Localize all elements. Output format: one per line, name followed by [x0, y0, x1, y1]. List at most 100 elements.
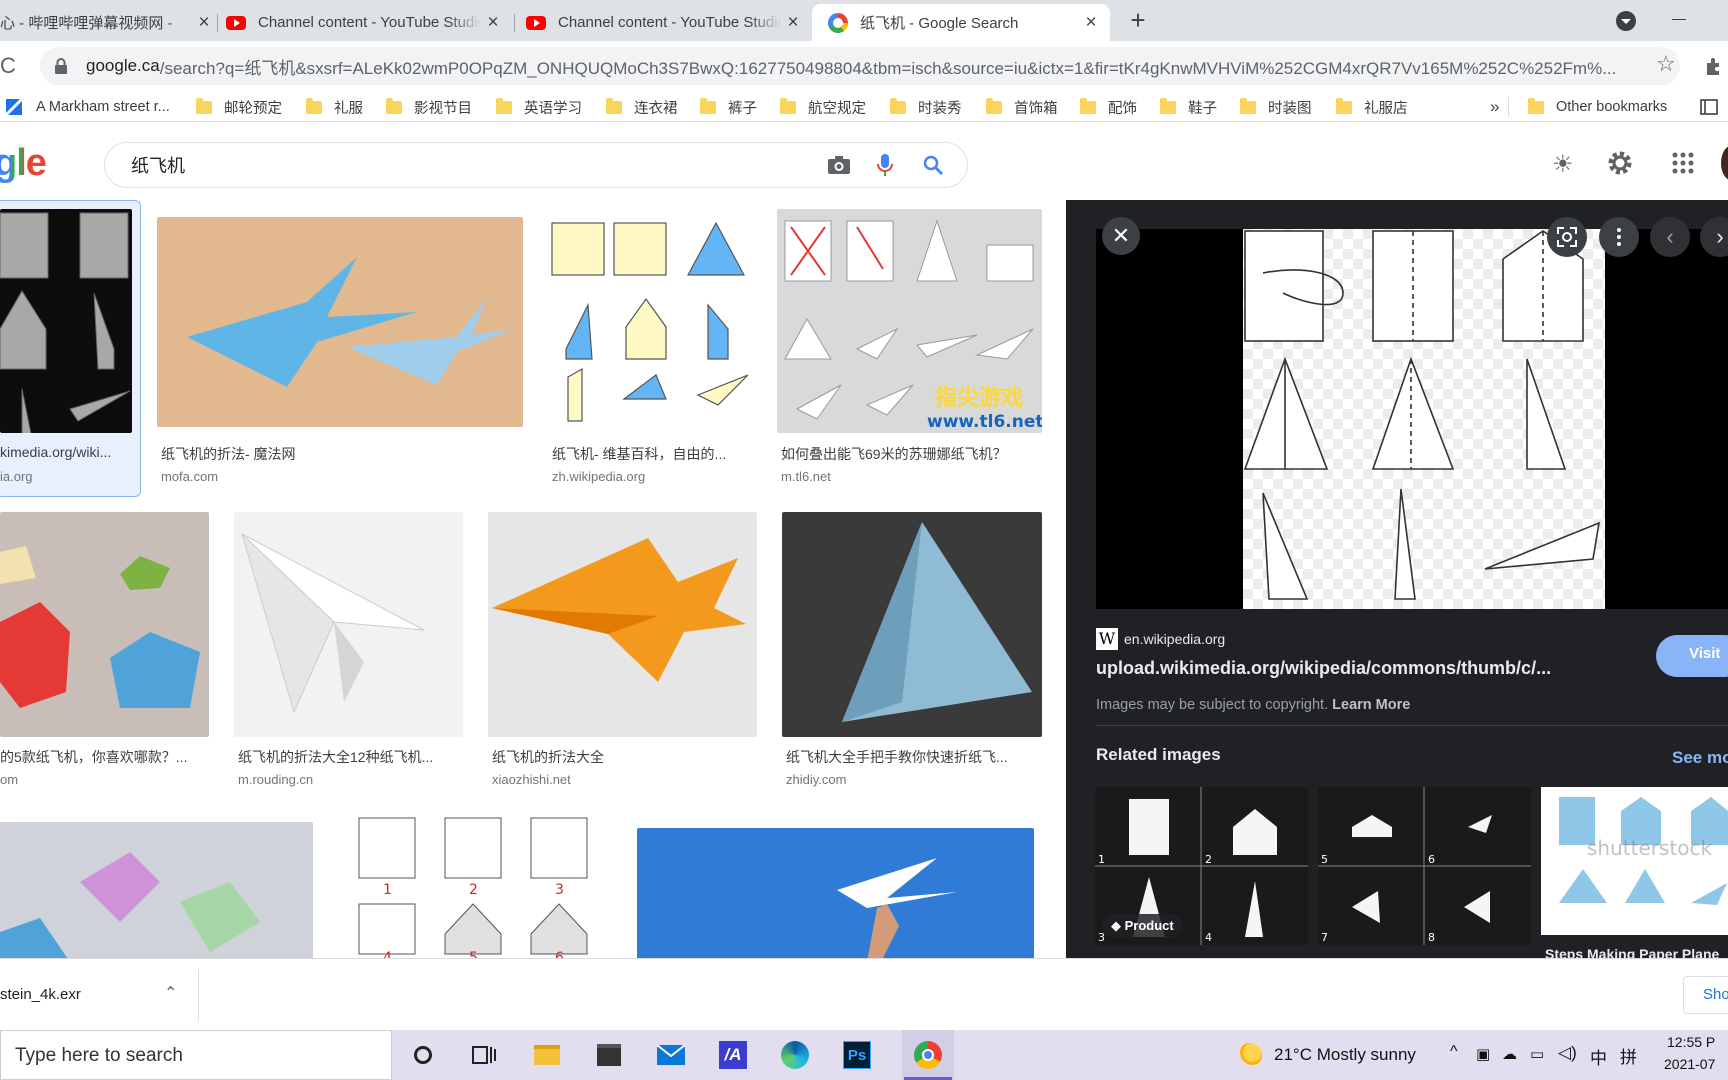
related-image-2[interactable]: 5 6 7 8 [1318, 787, 1531, 945]
lens-search-icon[interactable] [1547, 217, 1587, 257]
result-caption[interactable]: 纸飞机大全手把手教你快速折纸飞... [786, 747, 1038, 767]
chevron-up-icon[interactable]: ⌃ [164, 983, 177, 1003]
result-source[interactable]: zh.wikipedia.org [552, 469, 748, 484]
file-explorer-icon[interactable] [530, 1039, 564, 1071]
result-caption[interactable]: kimedia.org/wiki... [0, 444, 126, 460]
chrome-icon[interactable] [902, 1030, 954, 1080]
previous-image-icon[interactable]: ‹ [1650, 217, 1690, 257]
bookmark-markham[interactable]: A Markham street r... [4, 96, 170, 118]
result-source[interactable]: m.rouding.cn [238, 772, 459, 787]
clock-date[interactable]: 2021-07 [1664, 1056, 1715, 1072]
result-image-sky-plane[interactable] [637, 828, 1034, 958]
visit-button[interactable]: Visit [1656, 635, 1728, 677]
result-source[interactable]: om [0, 772, 205, 787]
tab-search-icon[interactable] [1616, 11, 1636, 31]
search-icon[interactable] [923, 155, 943, 175]
task-view-icon[interactable] [467, 1039, 501, 1071]
bookmark-folder[interactable]: 航空规定 [780, 96, 866, 118]
learn-more-link[interactable]: Learn More [1332, 697, 1410, 713]
bookmark-folder[interactable]: 英语学习 [496, 96, 582, 118]
minimize-icon[interactable] [1672, 19, 1686, 20]
result-image-tl6[interactable]: 指尖游戏 www.tl6.net [777, 209, 1042, 433]
show-all-button[interactable]: Sho [1683, 976, 1728, 1014]
cortana-icon[interactable] [406, 1039, 440, 1071]
network-icon[interactable]: ▭ [1530, 1045, 1544, 1063]
result-source[interactable]: zhidiy.com [786, 772, 1038, 787]
result-source[interactable]: mofa.com [161, 469, 517, 484]
bookmark-folder[interactable]: 影视节目 [386, 96, 472, 118]
weather-text[interactable]: 21°C Mostly sunny [1274, 1045, 1416, 1065]
result-source[interactable]: xiaozhishi.net [492, 772, 753, 787]
sketch-app-icon[interactable]: /A [716, 1039, 750, 1071]
address-bar[interactable]: google.ca/search?q=纸飞机&sxsrf=ALeKk02wmP0… [40, 47, 1680, 85]
ime-mode-icon[interactable]: 拼 [1620, 1043, 1637, 1068]
result-image-wikipedia-diagram[interactable] [548, 209, 752, 433]
bookmark-folder[interactable]: 配饰 [1080, 96, 1137, 118]
close-preview-icon[interactable]: ✕ [1102, 217, 1140, 255]
result-image-fold-steps[interactable]: 1 2 3 4 5 6 [345, 814, 603, 958]
result-caption[interactable]: 纸飞机的折法- 魔法网 [161, 444, 517, 464]
result-image-blue-planes[interactable] [157, 217, 523, 427]
bookmark-folder[interactable]: 时装秀 [890, 96, 962, 118]
result-caption[interactable]: 的5款纸飞机，你喜欢哪款？... [0, 747, 205, 767]
result-source[interactable]: ia.org [0, 469, 126, 484]
bookmark-folder[interactable]: 邮轮预定 [196, 96, 282, 118]
close-tab-icon[interactable]: × [1080, 12, 1102, 34]
image-url-title[interactable]: upload.wikimedia.org/wikipedia/commons/t… [1096, 658, 1551, 679]
download-filename[interactable]: stein_4k.exr [0, 986, 81, 1003]
brightness-icon[interactable]: ☀ [1552, 150, 1574, 179]
store-icon[interactable] [592, 1039, 626, 1071]
source-site[interactable]: en.wikipedia.org [1124, 631, 1225, 647]
result-image-wikimedia[interactable] [0, 209, 132, 433]
close-tab-icon[interactable]: × [193, 12, 215, 34]
result-image-five-planes[interactable] [0, 512, 209, 737]
tab-bilibili[interactable]: 心 - 哔哩哔哩弹幕视频网 - × [0, 4, 215, 41]
microphone-icon[interactable] [877, 153, 893, 177]
related-image-3[interactable]: shutterstock [1541, 787, 1728, 935]
result-caption[interactable]: 纸飞机的折法大全12种纸飞机... [238, 747, 459, 767]
show-hidden-icons-icon[interactable]: ^ [1450, 1043, 1458, 1061]
bookmarks-overflow-icon[interactable]: » [1490, 96, 1499, 118]
bookmark-folder[interactable]: 时装图 [1240, 96, 1312, 118]
see-more-link[interactable]: See mo [1672, 748, 1728, 768]
bookmark-folder[interactable]: 礼服店 [1336, 96, 1408, 118]
apps-grid-icon[interactable] [1672, 152, 1694, 174]
result-caption[interactable]: 纸飞机- 维基百科，自由的... [552, 444, 748, 464]
result-caption[interactable]: 如何叠出能飞69米的苏珊娜纸飞机？ [781, 444, 1038, 464]
mail-icon[interactable] [654, 1039, 688, 1071]
bookmark-folder[interactable]: 首饰箱 [986, 96, 1058, 118]
bookmark-folder[interactable]: 裤子 [700, 96, 757, 118]
result-image-white-plane[interactable] [234, 512, 463, 737]
close-tab-icon[interactable]: × [782, 12, 804, 34]
settings-gear-icon[interactable] [1606, 149, 1634, 177]
ime-indicator[interactable]: 中 [1590, 1044, 1607, 1069]
result-caption[interactable]: 纸飞机的折法大全 [492, 747, 753, 767]
result-image-orange-plane[interactable] [488, 512, 757, 737]
tab-youtube-studio-1[interactable]: Channel content - YouTube Studio × [226, 4, 504, 41]
reading-list-icon[interactable] [1700, 99, 1718, 115]
edge-icon[interactable] [778, 1039, 812, 1071]
other-bookmarks[interactable]: Other bookmarks [1528, 96, 1667, 118]
more-options-icon[interactable] [1599, 217, 1639, 257]
extensions-icon[interactable] [1703, 55, 1725, 77]
search-input[interactable]: 纸飞机 [131, 152, 827, 178]
volume-icon[interactable]: ◁) [1558, 1043, 1577, 1063]
reload-icon[interactable]: C [0, 53, 16, 79]
google-logo[interactable]: gle [0, 142, 47, 185]
tab-google-search[interactable]: 纸飞机 - Google Search × [812, 4, 1110, 41]
meet-now-icon[interactable]: ▣ [1476, 1045, 1490, 1063]
preview-image[interactable] [1243, 229, 1605, 609]
bookmark-star-icon[interactable]: ☆ [1656, 51, 1676, 77]
clock-time[interactable]: 12:55 P [1667, 1034, 1715, 1050]
camera-icon[interactable] [827, 155, 851, 175]
bookmark-folder[interactable]: 礼服 [306, 96, 363, 118]
bookmark-folder[interactable]: 连衣裙 [606, 96, 678, 118]
result-image-blue-delta-plane[interactable] [782, 512, 1042, 737]
photoshop-icon[interactable]: Ps [840, 1039, 874, 1071]
bookmark-folder[interactable]: 鞋子 [1160, 96, 1217, 118]
result-source[interactable]: m.tl6.net [781, 469, 1038, 484]
taskbar-search-box[interactable]: Type here to search [0, 1030, 392, 1080]
onedrive-icon[interactable]: ☁ [1502, 1045, 1517, 1063]
new-tab-icon[interactable]: + [1124, 7, 1152, 35]
close-tab-icon[interactable]: × [482, 12, 504, 34]
